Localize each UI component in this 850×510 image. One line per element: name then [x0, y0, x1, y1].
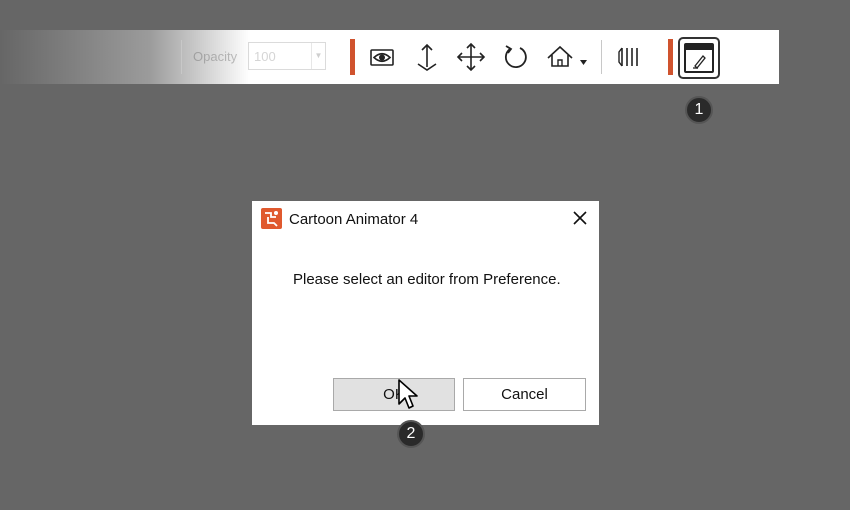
- move-icon: [456, 42, 486, 72]
- home-icon: [547, 45, 573, 67]
- step-marker-1: 1: [685, 96, 713, 124]
- camera-view-icon: [370, 49, 394, 66]
- move-vertical-icon: [417, 43, 437, 71]
- toolbar-faded-area: Opacity 100 ▼: [0, 30, 340, 84]
- dialog: Cartoon Animator 4 Please select an edit…: [252, 201, 599, 425]
- mouse-cursor-icon: [397, 378, 421, 417]
- ok-button[interactable]: OK: [333, 378, 455, 411]
- app-logo-icon: [261, 208, 282, 229]
- move-vertical-button[interactable]: [409, 39, 445, 75]
- move-button[interactable]: [453, 39, 489, 75]
- home-dropdown[interactable]: [577, 39, 591, 75]
- chevron-down-icon: [580, 60, 587, 65]
- chevron-down-icon[interactable]: ▼: [311, 43, 325, 69]
- toolbar-separator: [601, 40, 602, 74]
- open-editor-button[interactable]: [678, 37, 720, 79]
- camera-view-button[interactable]: [364, 39, 400, 75]
- align-icon: [618, 47, 638, 67]
- rotate-icon: [505, 45, 527, 68]
- opacity-value: 100: [254, 49, 276, 64]
- open-editor-icon: [684, 43, 714, 73]
- home-button[interactable]: [542, 39, 578, 75]
- close-icon: [573, 211, 587, 225]
- toolbar-accent-divider: [350, 39, 355, 75]
- align-button[interactable]: [612, 39, 648, 75]
- rotate-button[interactable]: [498, 39, 534, 75]
- opacity-label: Opacity: [193, 49, 238, 64]
- close-button[interactable]: [570, 208, 590, 228]
- cancel-button[interactable]: Cancel: [463, 378, 586, 411]
- opacity-input[interactable]: 100 ▼: [248, 42, 326, 70]
- toolbar-accent-divider: [668, 39, 673, 75]
- dialog-message: Please select an editor from Preference.: [293, 271, 561, 288]
- step-marker-2: 2: [397, 420, 425, 448]
- dialog-title: Cartoon Animator 4: [289, 211, 419, 228]
- toolbar: Opacity 100 ▼: [0, 30, 779, 84]
